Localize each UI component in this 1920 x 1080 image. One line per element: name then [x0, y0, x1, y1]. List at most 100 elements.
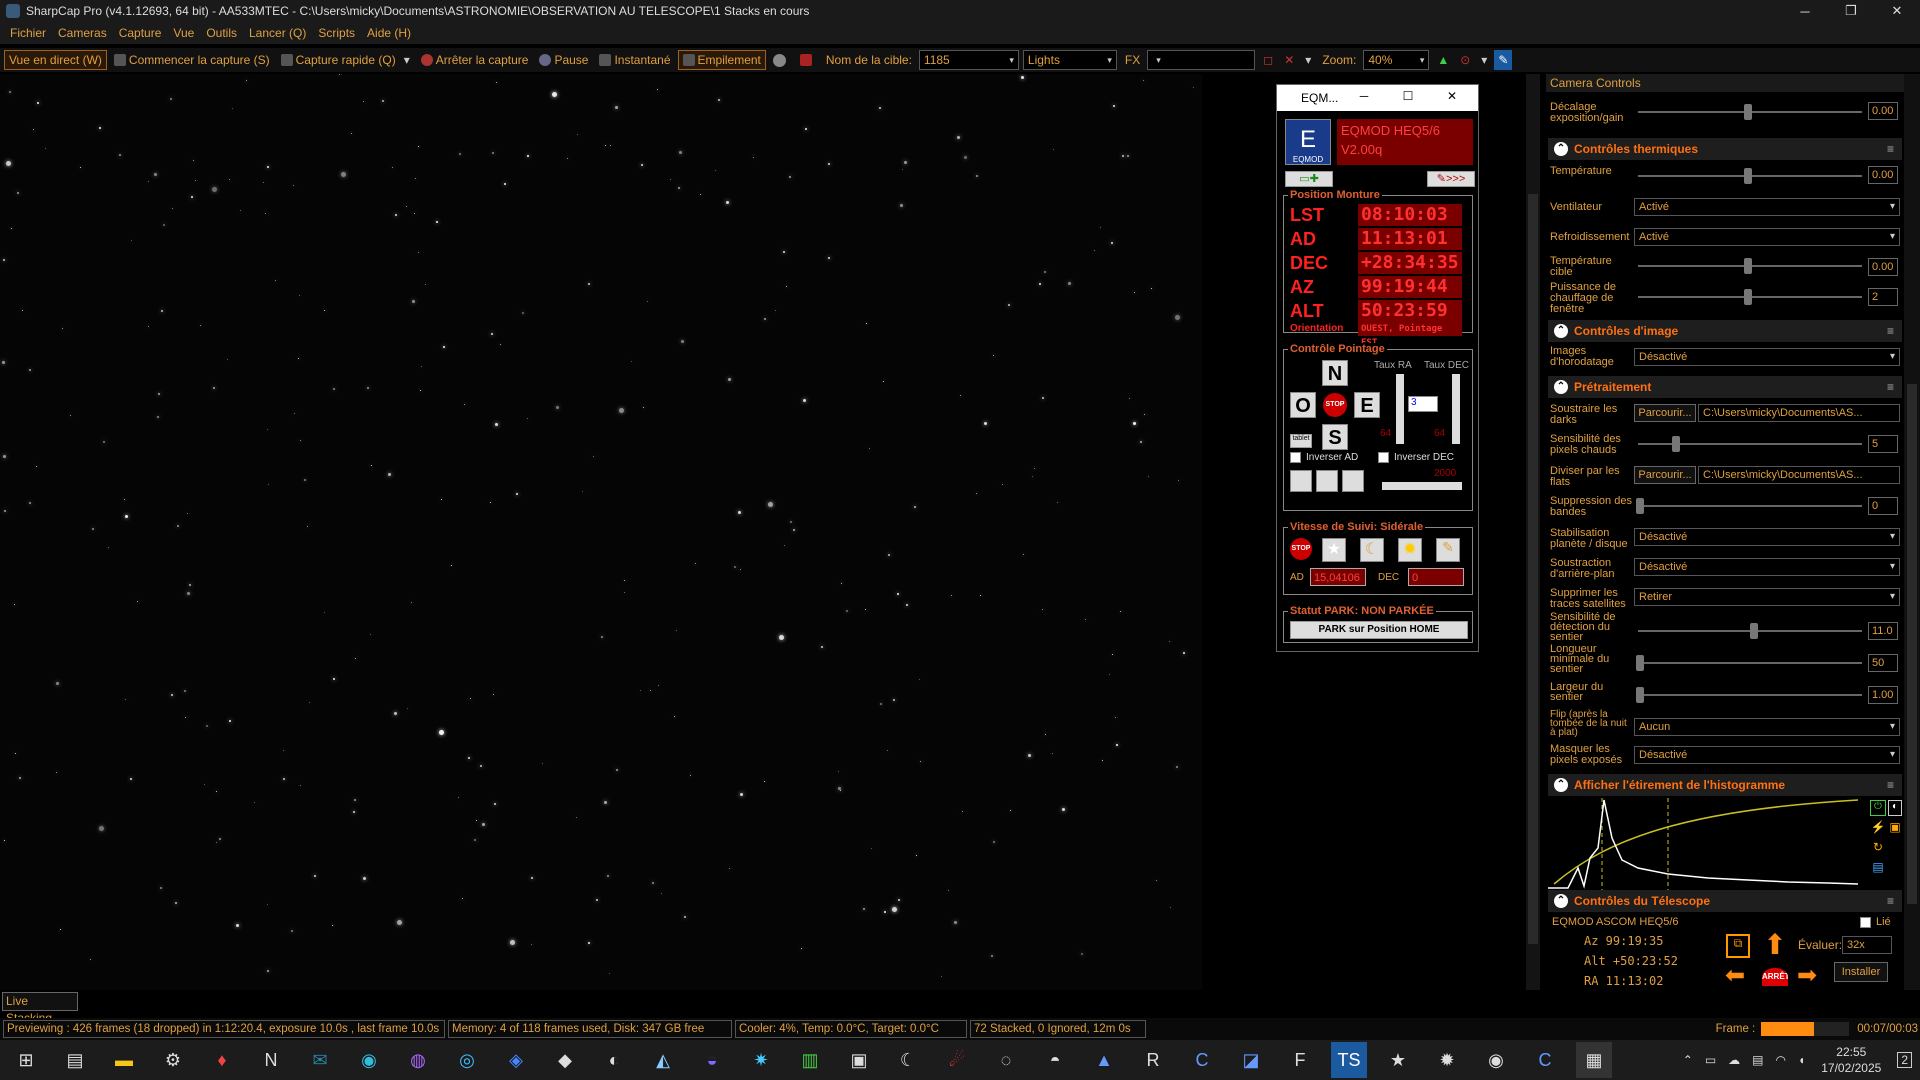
flats-browse-button[interactable]: Parcourir...	[1634, 466, 1696, 484]
f-app-icon[interactable]: F	[1282, 1042, 1318, 1078]
south-button[interactable]: S	[1322, 424, 1348, 450]
file-explorer-icon[interactable]: ▬	[106, 1042, 142, 1078]
banding-value[interactable]: 0	[1868, 497, 1898, 515]
offset-knob[interactable]	[1744, 104, 1752, 120]
spiral-app-icon[interactable]: ◌	[988, 1042, 1024, 1078]
thermal-header[interactable]: ⌃ Contrôles thermiques ≡	[1548, 138, 1902, 160]
histogram-chart[interactable]: ⏻ ◐ ⚡ ▣ ↻ ▤	[1548, 798, 1902, 890]
clock[interactable]: 22:55 17/02/2025	[1821, 1044, 1881, 1076]
browser-icon[interactable]: ◈	[498, 1042, 534, 1078]
chevron-down-icon[interactable]: ▾	[404, 53, 410, 67]
banding-knob[interactable]	[1636, 498, 1644, 514]
detection-knob[interactable]	[1750, 623, 1758, 639]
wifi-icon[interactable]: ◠	[1776, 1053, 1786, 1067]
menu-aide[interactable]: Aide (H)	[367, 26, 411, 40]
hot-pixel-value[interactable]: 5	[1868, 435, 1898, 453]
live-stacking-tab[interactable]: Live Stacking	[2, 992, 78, 1025]
menu-scripts[interactable]: Scripts	[318, 26, 355, 40]
cloud-icon[interactable]: ☁	[1728, 1053, 1740, 1067]
menu-capture[interactable]: Capture	[119, 26, 162, 40]
reticle-icon[interactable]: ⊙	[1456, 50, 1474, 70]
east-button[interactable]: E	[1354, 392, 1380, 418]
binoculars-icon[interactable]	[1290, 470, 1312, 492]
stacking-button[interactable]: Empilement	[677, 50, 766, 70]
darks-path-select[interactable]: C:\Users\micky\Documents\AS...	[1698, 404, 1900, 422]
rate-select[interactable]: 3	[1408, 396, 1438, 412]
min-length-slider[interactable]	[1638, 662, 1862, 664]
grid-icon[interactable]	[1316, 470, 1338, 492]
tracking-ad-input[interactable]: 15,04106	[1310, 568, 1366, 586]
brush-icon[interactable]: ✎	[1494, 50, 1513, 70]
banding-slider[interactable]	[1638, 505, 1862, 507]
stop-capture-button[interactable]: Arrêter la capture	[417, 50, 533, 70]
crosshair-icon[interactable]: ✕	[1280, 50, 1298, 70]
outlook-icon[interactable]: ✉	[302, 1042, 338, 1078]
display-icon[interactable]: ▭	[1705, 1053, 1716, 1067]
messenger-icon[interactable]: ◍	[400, 1042, 436, 1078]
sidereal-star-icon[interactable]: ★	[1322, 538, 1346, 562]
menu-outils[interactable]: Outils	[206, 26, 237, 40]
telescope-header[interactable]: ⌃ Contrôles du Télescope ≡	[1548, 890, 1902, 912]
preprocessing-header[interactable]: ⌃ Prétraitement ≡	[1548, 376, 1902, 398]
goto-icon[interactable]: ⧉	[1726, 934, 1750, 958]
network-icon[interactable]: ▤	[1752, 1053, 1763, 1067]
galaxy-icon[interactable]: ◒	[694, 1042, 730, 1078]
planet-app-icon[interactable]: ◐	[596, 1042, 632, 1078]
target-temp-knob[interactable]	[1744, 258, 1752, 274]
cooling-select[interactable]: Activé	[1634, 228, 1900, 246]
arrow-left-icon[interactable]: ⬅	[1720, 966, 1750, 986]
app-icon[interactable]: ♦	[204, 1042, 240, 1078]
ts-app-icon[interactable]: TS	[1331, 1042, 1367, 1078]
camera-app-icon[interactable]: ◉	[1478, 1042, 1514, 1078]
save-icon[interactable]: ▤	[1870, 860, 1886, 876]
invert-ad-checkbox[interactable]	[1290, 452, 1301, 463]
tool-app-icon[interactable]: ◪	[1233, 1042, 1269, 1078]
menu-icon[interactable]: ≡	[1887, 376, 1894, 398]
offset-value[interactable]: 0.00	[1868, 102, 1898, 120]
close-icon[interactable]: ✕	[1430, 89, 1474, 103]
lightning-icon[interactable]: ⚡	[1870, 820, 1886, 836]
telescope-stop-button[interactable]: ARRÊTE	[1762, 968, 1788, 986]
target-temp-value[interactable]: 0.00	[1868, 258, 1898, 276]
add-config-button[interactable]: ▭✚	[1285, 171, 1333, 187]
heater-value[interactable]: 2	[1868, 288, 1898, 306]
moon-app-icon[interactable]: ☾	[890, 1042, 926, 1078]
notification-icon[interactable]: 2	[1897, 1052, 1912, 1068]
north-button[interactable]: N	[1322, 360, 1348, 386]
satellite-select[interactable]: Retirer	[1634, 588, 1900, 606]
mask-select[interactable]: Désactivé	[1634, 746, 1900, 764]
live-image-view[interactable]	[0, 74, 1202, 990]
quick-capture-button[interactable]: Capture rapide (Q) ▾	[277, 50, 414, 70]
gear-app-icon[interactable]: ✹	[1429, 1042, 1465, 1078]
background-select[interactable]: Désactivé	[1634, 558, 1900, 576]
trail-width-slider[interactable]	[1638, 694, 1862, 696]
menu-icon[interactable]: ≡	[1887, 774, 1894, 796]
lock-icon[interactable]: ▣	[1888, 820, 1902, 836]
settings-icon[interactable]: ⚙	[155, 1042, 191, 1078]
panel-scroll-thumb[interactable]	[1907, 384, 1917, 904]
frame-type-select[interactable]: Lights	[1022, 50, 1117, 70]
tracking-stop-button[interactable]: STOP	[1290, 538, 1312, 560]
chevron-up-icon[interactable]: ⌃	[1683, 1053, 1693, 1067]
install-button[interactable]: Installer	[1834, 962, 1888, 982]
chart-app-icon[interactable]: ▥	[792, 1042, 828, 1078]
park-home-button[interactable]: PARK sur Position HOME	[1290, 621, 1468, 639]
stabilization-select[interactable]: Désactivé	[1634, 528, 1900, 546]
stop-button[interactable]: STOP	[1323, 393, 1347, 417]
chat-icon[interactable]: ◎	[449, 1042, 485, 1078]
power-icon[interactable]: ⏻	[1870, 800, 1886, 816]
invert-dec-checkbox[interactable]	[1378, 452, 1389, 463]
rate-select[interactable]: 32x	[1842, 936, 1892, 954]
sharpcap-taskbar-icon[interactable]: ▦	[1576, 1042, 1612, 1078]
cam-app-icon[interactable]: C	[1527, 1042, 1563, 1078]
restore-icon[interactable]: ❐	[1828, 0, 1874, 22]
chevron-down-icon[interactable]: ▾	[1477, 50, 1491, 70]
hot-pixel-knob[interactable]	[1672, 436, 1680, 452]
darks-browse-button[interactable]: Parcourir...	[1634, 404, 1696, 422]
star-app-icon[interactable]: ✷	[743, 1042, 779, 1078]
scrollbar-thumb[interactable]	[1528, 194, 1538, 944]
custom-rate-icon[interactable]: ✎	[1436, 538, 1460, 562]
contrast-icon[interactable]: ◐	[1888, 800, 1902, 816]
west-button[interactable]: O	[1290, 392, 1316, 418]
telescope-app-icon[interactable]: ◆	[547, 1042, 583, 1078]
